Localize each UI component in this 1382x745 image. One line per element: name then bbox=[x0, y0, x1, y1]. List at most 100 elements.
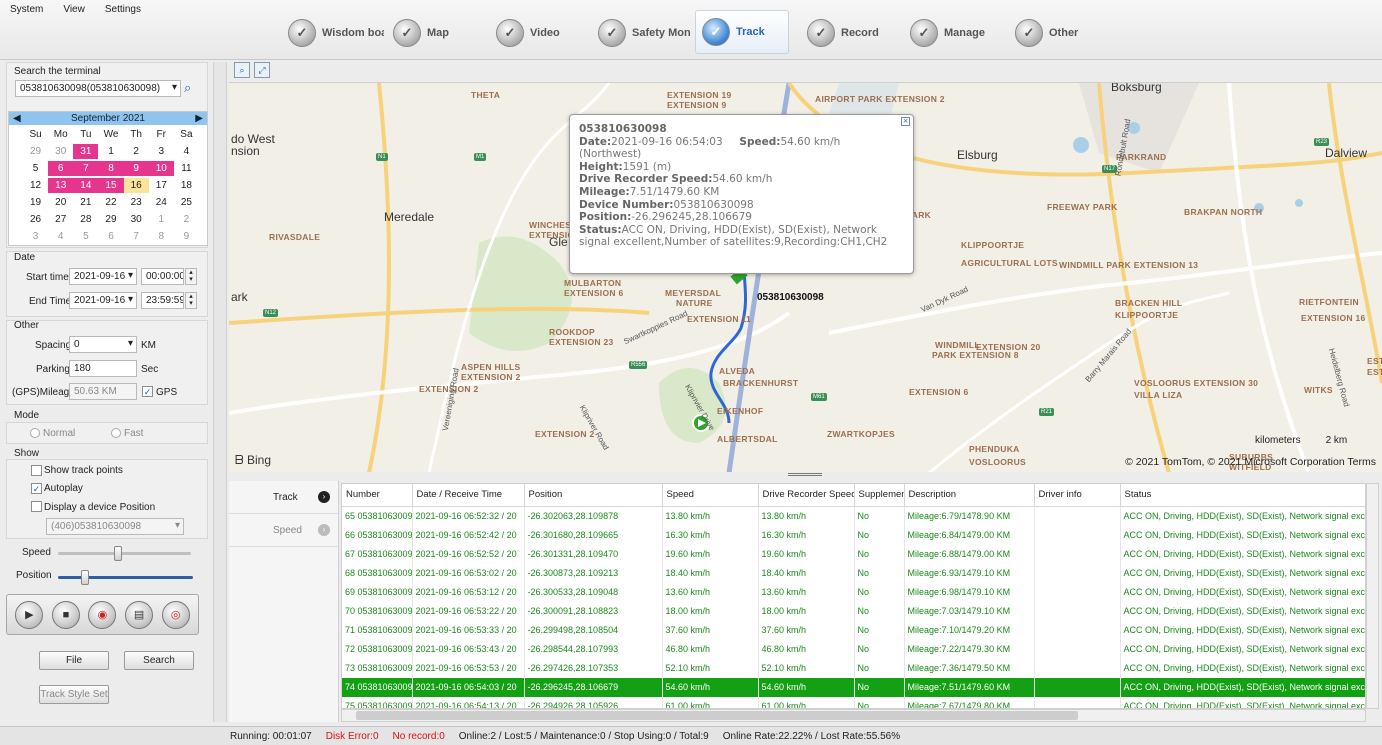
column-header-number[interactable]: Number bbox=[342, 484, 413, 507]
start-date-field[interactable]: 2021-09-16 bbox=[69, 268, 137, 285]
end-time-field[interactable]: 23:59:59 bbox=[141, 292, 184, 309]
table-row[interactable]: 73 053810630098 2021-09-16 06:53:53 / 20-… bbox=[342, 658, 1365, 678]
table-row[interactable]: 75 053810630098 2021-09-16 06:54:13 / 20-… bbox=[342, 696, 1365, 708]
export-icon[interactable]: ▤ bbox=[125, 600, 154, 629]
scrollbar-thumb[interactable] bbox=[356, 711, 1078, 720]
table-row[interactable]: 71 053810630098 2021-09-16 06:53:33 / 20-… bbox=[342, 620, 1365, 640]
column-header-status[interactable]: Status bbox=[1120, 484, 1365, 507]
calendar-day[interactable]: 9 bbox=[174, 229, 199, 244]
calendar-day[interactable]: 14 bbox=[73, 178, 99, 193]
start-time-field[interactable]: 00:00:00 bbox=[141, 268, 184, 285]
calendar-day[interactable]: 31 bbox=[73, 144, 99, 159]
calendar-day[interactable]: 4 bbox=[48, 229, 73, 244]
calendar-day[interactable]: 7 bbox=[73, 161, 99, 176]
calendar-day[interactable]: 27 bbox=[48, 212, 73, 227]
table-vertical-scrollbar[interactable] bbox=[1366, 483, 1379, 709]
menu-view[interactable]: View bbox=[53, 0, 95, 20]
calendar-day[interactable]: 10 bbox=[148, 161, 174, 176]
panel-splitter[interactable] bbox=[213, 62, 227, 722]
menu-system[interactable]: System bbox=[0, 0, 53, 20]
calendar-day[interactable]: 22 bbox=[98, 195, 123, 210]
calendar-day[interactable]: 30 bbox=[48, 144, 73, 159]
calendar-day[interactable]: 16 bbox=[123, 178, 149, 193]
calendar-day[interactable]: 15 bbox=[98, 178, 124, 193]
calendar-day[interactable]: 7 bbox=[124, 229, 149, 244]
calendar-day[interactable]: 5 bbox=[23, 161, 48, 176]
record-icon[interactable]: ◉ bbox=[88, 600, 117, 629]
column-header-driver-info[interactable]: Driver info bbox=[1034, 484, 1121, 507]
position-slider-handle[interactable] bbox=[81, 570, 89, 585]
calendar-day[interactable]: 11 bbox=[174, 161, 199, 176]
speed-slider[interactable] bbox=[58, 552, 191, 555]
calendar-day[interactable]: 25 bbox=[174, 195, 199, 210]
mode-fast-radio[interactable] bbox=[111, 428, 121, 438]
column-header-supplement[interactable]: Supplement bbox=[854, 484, 905, 507]
track-style-button[interactable]: Track Style Set bbox=[39, 685, 109, 704]
calendar-day[interactable]: 20 bbox=[48, 195, 73, 210]
table-horizontal-scrollbar[interactable] bbox=[341, 709, 1366, 722]
table-row[interactable]: 70 053810630098 2021-09-16 06:53:22 / 20-… bbox=[342, 601, 1365, 621]
vehicle-label[interactable]: 053810630098 bbox=[757, 292, 824, 303]
calendar-day[interactable]: 2 bbox=[174, 212, 199, 227]
calendar-day[interactable]: 24 bbox=[149, 195, 174, 210]
table-row[interactable]: 68 053810630098 2021-09-16 06:53:02 / 20-… bbox=[342, 563, 1365, 583]
calendar-day[interactable]: 21 bbox=[73, 195, 98, 210]
fullscreen-icon[interactable]: ⤢ bbox=[254, 62, 270, 78]
table-row[interactable]: 72 053810630098 2021-09-16 06:53:43 / 20-… bbox=[342, 639, 1365, 659]
calendar-day[interactable]: 9 bbox=[123, 161, 149, 176]
search-icon[interactable]: ⌕ bbox=[184, 80, 191, 96]
spacing-select[interactable]: 0 bbox=[69, 336, 137, 353]
popup-close-icon[interactable]: × bbox=[901, 117, 910, 126]
calendar-day[interactable]: 8 bbox=[149, 229, 174, 244]
play-icon[interactable]: ▶ bbox=[15, 600, 44, 629]
next-month-icon[interactable]: ▶ bbox=[195, 112, 203, 125]
target-icon[interactable]: ◎ bbox=[161, 600, 190, 629]
calendar-day[interactable]: 30 bbox=[124, 212, 149, 227]
start-time-spinner[interactable]: ▴ ▾ bbox=[185, 268, 197, 285]
stop-icon[interactable]: ■ bbox=[51, 600, 80, 629]
calendar-day[interactable]: 19 bbox=[23, 195, 48, 210]
tab-track[interactable]: Track › bbox=[229, 481, 338, 514]
calendar-day[interactable]: 12 bbox=[23, 178, 48, 193]
calendar-day[interactable]: 3 bbox=[23, 229, 48, 244]
calendar-day[interactable]: 29 bbox=[98, 212, 123, 227]
table-row[interactable]: 69 053810630098 2021-09-16 06:53:12 / 20-… bbox=[342, 582, 1365, 602]
column-header-speed[interactable]: Speed bbox=[662, 484, 759, 507]
calendar-day[interactable]: 23 bbox=[124, 195, 149, 210]
terminal-select[interactable]: 053810630098(053810630098) bbox=[15, 80, 181, 97]
parking-field[interactable]: 180 bbox=[69, 360, 137, 377]
end-date-field[interactable]: 2021-09-16 bbox=[69, 292, 137, 309]
tab-speed[interactable]: Speed › bbox=[229, 514, 338, 547]
end-time-spinner[interactable]: ▴ ▾ bbox=[185, 292, 197, 309]
column-header-position[interactable]: Position bbox=[524, 484, 663, 507]
calendar-day[interactable]: 6 bbox=[98, 229, 123, 244]
map-view[interactable]: THETA EXTENSION 19 EXTENSION 9 AIRPORT PARK… bbox=[229, 82, 1382, 472]
speed-slider-handle[interactable] bbox=[113, 546, 122, 561]
calendar-day[interactable]: 28 bbox=[73, 212, 98, 227]
calendar-day[interactable]: 4 bbox=[174, 144, 199, 159]
prev-month-icon[interactable]: ◀ bbox=[13, 112, 21, 125]
calendar-day[interactable]: 1 bbox=[98, 144, 123, 159]
calendar-day[interactable]: 1 bbox=[149, 212, 174, 227]
calendar-day[interactable]: 5 bbox=[73, 229, 98, 244]
calendar-day[interactable]: 13 bbox=[48, 178, 74, 193]
zoom-icon[interactable]: ⌕ bbox=[234, 62, 250, 78]
show-track-points-checkbox[interactable] bbox=[31, 465, 42, 476]
search-button[interactable]: Search bbox=[124, 651, 194, 670]
calendar-day[interactable]: 8 bbox=[98, 161, 124, 176]
mode-normal-radio[interactable] bbox=[30, 428, 40, 438]
gps-checkbox[interactable]: ✓ bbox=[142, 386, 153, 397]
calendar-day[interactable]: 6 bbox=[48, 161, 74, 176]
position-slider[interactable] bbox=[58, 576, 193, 579]
column-header-drive-recorder-speed[interactable]: Drive Recorder Speed bbox=[758, 484, 855, 507]
autoplay-checkbox[interactable]: ✓ bbox=[31, 483, 42, 494]
column-header-date-receive-time[interactable]: Date / Receive Time bbox=[412, 484, 525, 507]
calendar-day[interactable]: 29 bbox=[23, 144, 48, 159]
file-button[interactable]: File bbox=[39, 651, 109, 670]
table-row[interactable]: 65 053810630098 2021-09-16 06:52:32 / 20-… bbox=[342, 506, 1365, 526]
calendar-day[interactable]: 3 bbox=[149, 144, 174, 159]
map-resize-grip[interactable] bbox=[788, 473, 822, 476]
calendar-day[interactable]: 18 bbox=[174, 178, 199, 193]
device-position-checkbox[interactable] bbox=[31, 501, 42, 512]
table-row[interactable]: 66 053810630098 2021-09-16 06:52:42 / 20-… bbox=[342, 525, 1365, 545]
